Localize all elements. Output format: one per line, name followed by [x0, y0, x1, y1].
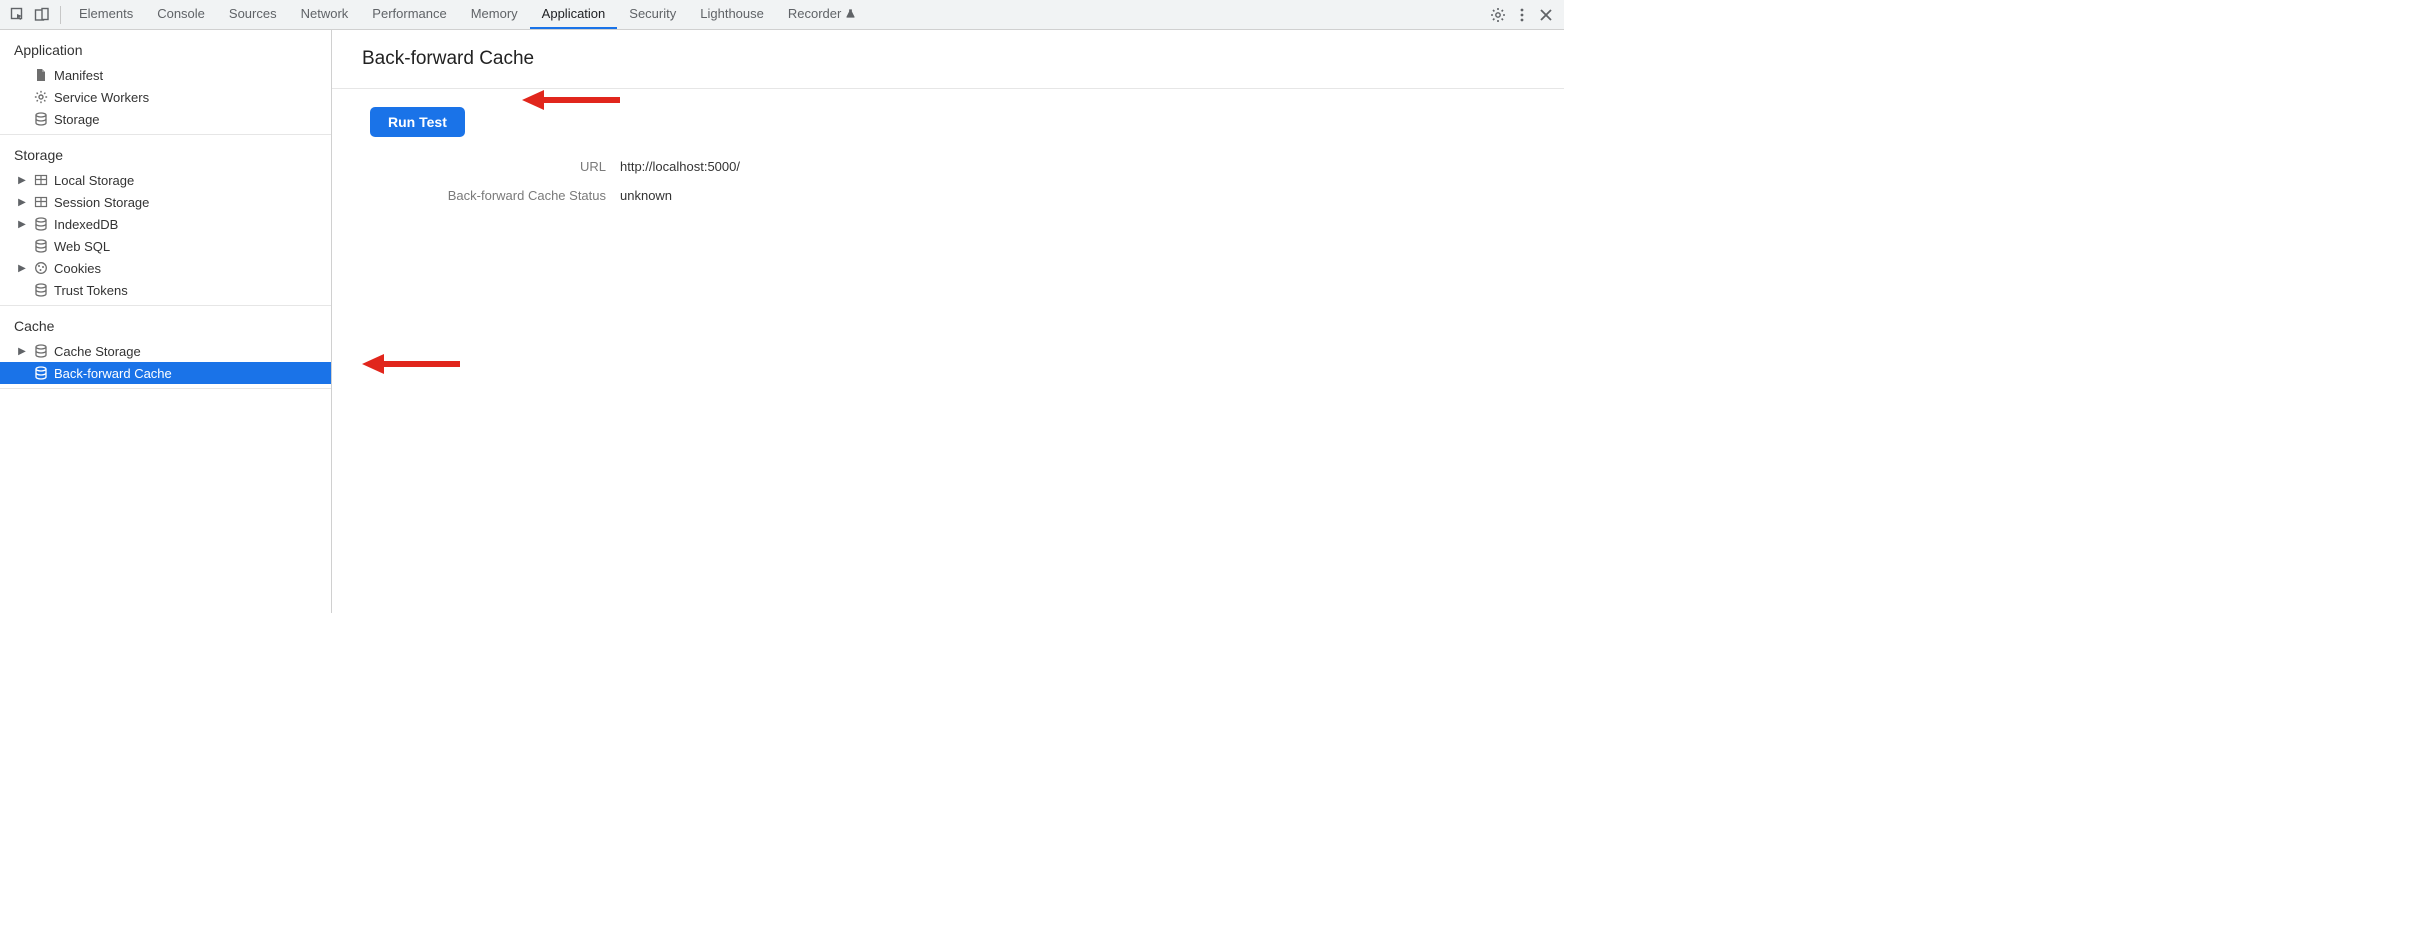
settings-gear-icon[interactable]: [1488, 5, 1508, 25]
main-body: Run Test URL http://localhost:5000/ Back…: [332, 89, 1564, 203]
run-test-button[interactable]: Run Test: [370, 107, 465, 137]
sidebar-group-storage: Storage ▶ Local Storage ▶ Session Storag…: [0, 135, 331, 306]
gear-icon: [32, 88, 50, 106]
toolbar-right: [1486, 5, 1558, 25]
value-url: http://localhost:5000/: [620, 159, 740, 174]
row-url: URL http://localhost:5000/: [370, 159, 1564, 174]
database-icon: [32, 237, 50, 255]
sidebar-item-label: Storage: [54, 112, 100, 127]
sidebar-item-bfcache[interactable]: Back-forward Cache: [0, 362, 331, 384]
table-icon: [32, 171, 50, 189]
page-title: Back-forward Cache: [332, 30, 1564, 89]
sidebar-item-label: Local Storage: [54, 173, 134, 188]
tab-console[interactable]: Console: [145, 0, 217, 29]
main-panel: Back-forward Cache Run Test URL http://l…: [332, 30, 1564, 613]
sidebar-item-manifest[interactable]: Manifest: [0, 64, 331, 86]
sidebar-item-local-storage[interactable]: ▶ Local Storage: [0, 169, 331, 191]
tree-arrow-icon[interactable]: ▶: [16, 219, 28, 230]
sidebar-item-label: Back-forward Cache: [54, 366, 172, 381]
sidebar-item-cookies[interactable]: ▶ Cookies: [0, 257, 331, 279]
tab-recorder-label: Recorder: [788, 6, 841, 21]
tab-performance[interactable]: Performance: [360, 0, 458, 29]
sidebar-group-cache: Cache ▶ Cache Storage Back-forward Cache: [0, 306, 331, 389]
tree-arrow-icon[interactable]: ▶: [16, 175, 28, 186]
table-icon: [32, 193, 50, 211]
kebab-menu-icon[interactable]: [1512, 5, 1532, 25]
inspect-element-icon[interactable]: [8, 5, 28, 25]
sidebar-item-label: Cookies: [54, 261, 101, 276]
tab-sources[interactable]: Sources: [217, 0, 289, 29]
sidebar-item-web-sql[interactable]: Web SQL: [0, 235, 331, 257]
tab-application[interactable]: Application: [530, 0, 618, 29]
annotation-arrow-icon: [362, 350, 462, 378]
tab-elements[interactable]: Elements: [67, 0, 145, 29]
label-url: URL: [370, 159, 620, 174]
close-icon[interactable]: [1536, 5, 1556, 25]
experiment-flask-icon: [845, 8, 856, 19]
sidebar-item-storage[interactable]: Storage: [0, 108, 331, 130]
sidebar-group-title-storage: Storage: [0, 141, 331, 169]
device-toggle-icon[interactable]: [32, 5, 52, 25]
tab-security[interactable]: Security: [617, 0, 688, 29]
database-icon: [32, 364, 50, 382]
sidebar-item-session-storage[interactable]: ▶ Session Storage: [0, 191, 331, 213]
value-status: unknown: [620, 188, 672, 203]
sidebar-item-label: Cache Storage: [54, 344, 141, 359]
sidebar-group-title-application: Application: [0, 36, 331, 64]
sidebar-group-title-cache: Cache: [0, 312, 331, 340]
sidebar-group-application: Application Manifest Service Workers: [0, 30, 331, 135]
sidebar-item-label: IndexedDB: [54, 217, 118, 232]
tree-arrow-icon[interactable]: ▶: [16, 263, 28, 274]
panel-tabs: Elements Console Sources Network Perform…: [67, 0, 1486, 29]
devtools-toolbar: Elements Console Sources Network Perform…: [0, 0, 1564, 30]
application-sidebar: Application Manifest Service Workers: [0, 30, 332, 613]
sidebar-item-label: Service Workers: [54, 90, 149, 105]
tree-arrow-icon[interactable]: ▶: [16, 197, 28, 208]
document-icon: [32, 66, 50, 84]
sidebar-item-label: Manifest: [54, 68, 103, 83]
tab-recorder[interactable]: Recorder: [776, 0, 868, 29]
sidebar-item-label: Web SQL: [54, 239, 110, 254]
sidebar-item-label: Trust Tokens: [54, 283, 128, 298]
label-status: Back-forward Cache Status: [370, 188, 620, 203]
cookie-icon: [32, 259, 50, 277]
database-icon: [32, 281, 50, 299]
database-icon: [32, 342, 50, 360]
sidebar-item-service-workers[interactable]: Service Workers: [0, 86, 331, 108]
sidebar-item-indexeddb[interactable]: ▶ IndexedDB: [0, 213, 331, 235]
sidebar-item-cache-storage[interactable]: ▶ Cache Storage: [0, 340, 331, 362]
sidebar-item-trust-tokens[interactable]: Trust Tokens: [0, 279, 331, 301]
toolbar-separator: [60, 6, 61, 24]
tab-network[interactable]: Network: [289, 0, 361, 29]
row-status: Back-forward Cache Status unknown: [370, 188, 1564, 203]
tab-memory[interactable]: Memory: [459, 0, 530, 29]
tree-arrow-icon[interactable]: ▶: [16, 346, 28, 357]
tab-lighthouse[interactable]: Lighthouse: [688, 0, 776, 29]
panel-body: Application Manifest Service Workers: [0, 30, 1564, 613]
database-icon: [32, 215, 50, 233]
sidebar-item-label: Session Storage: [54, 195, 149, 210]
database-icon: [32, 110, 50, 128]
